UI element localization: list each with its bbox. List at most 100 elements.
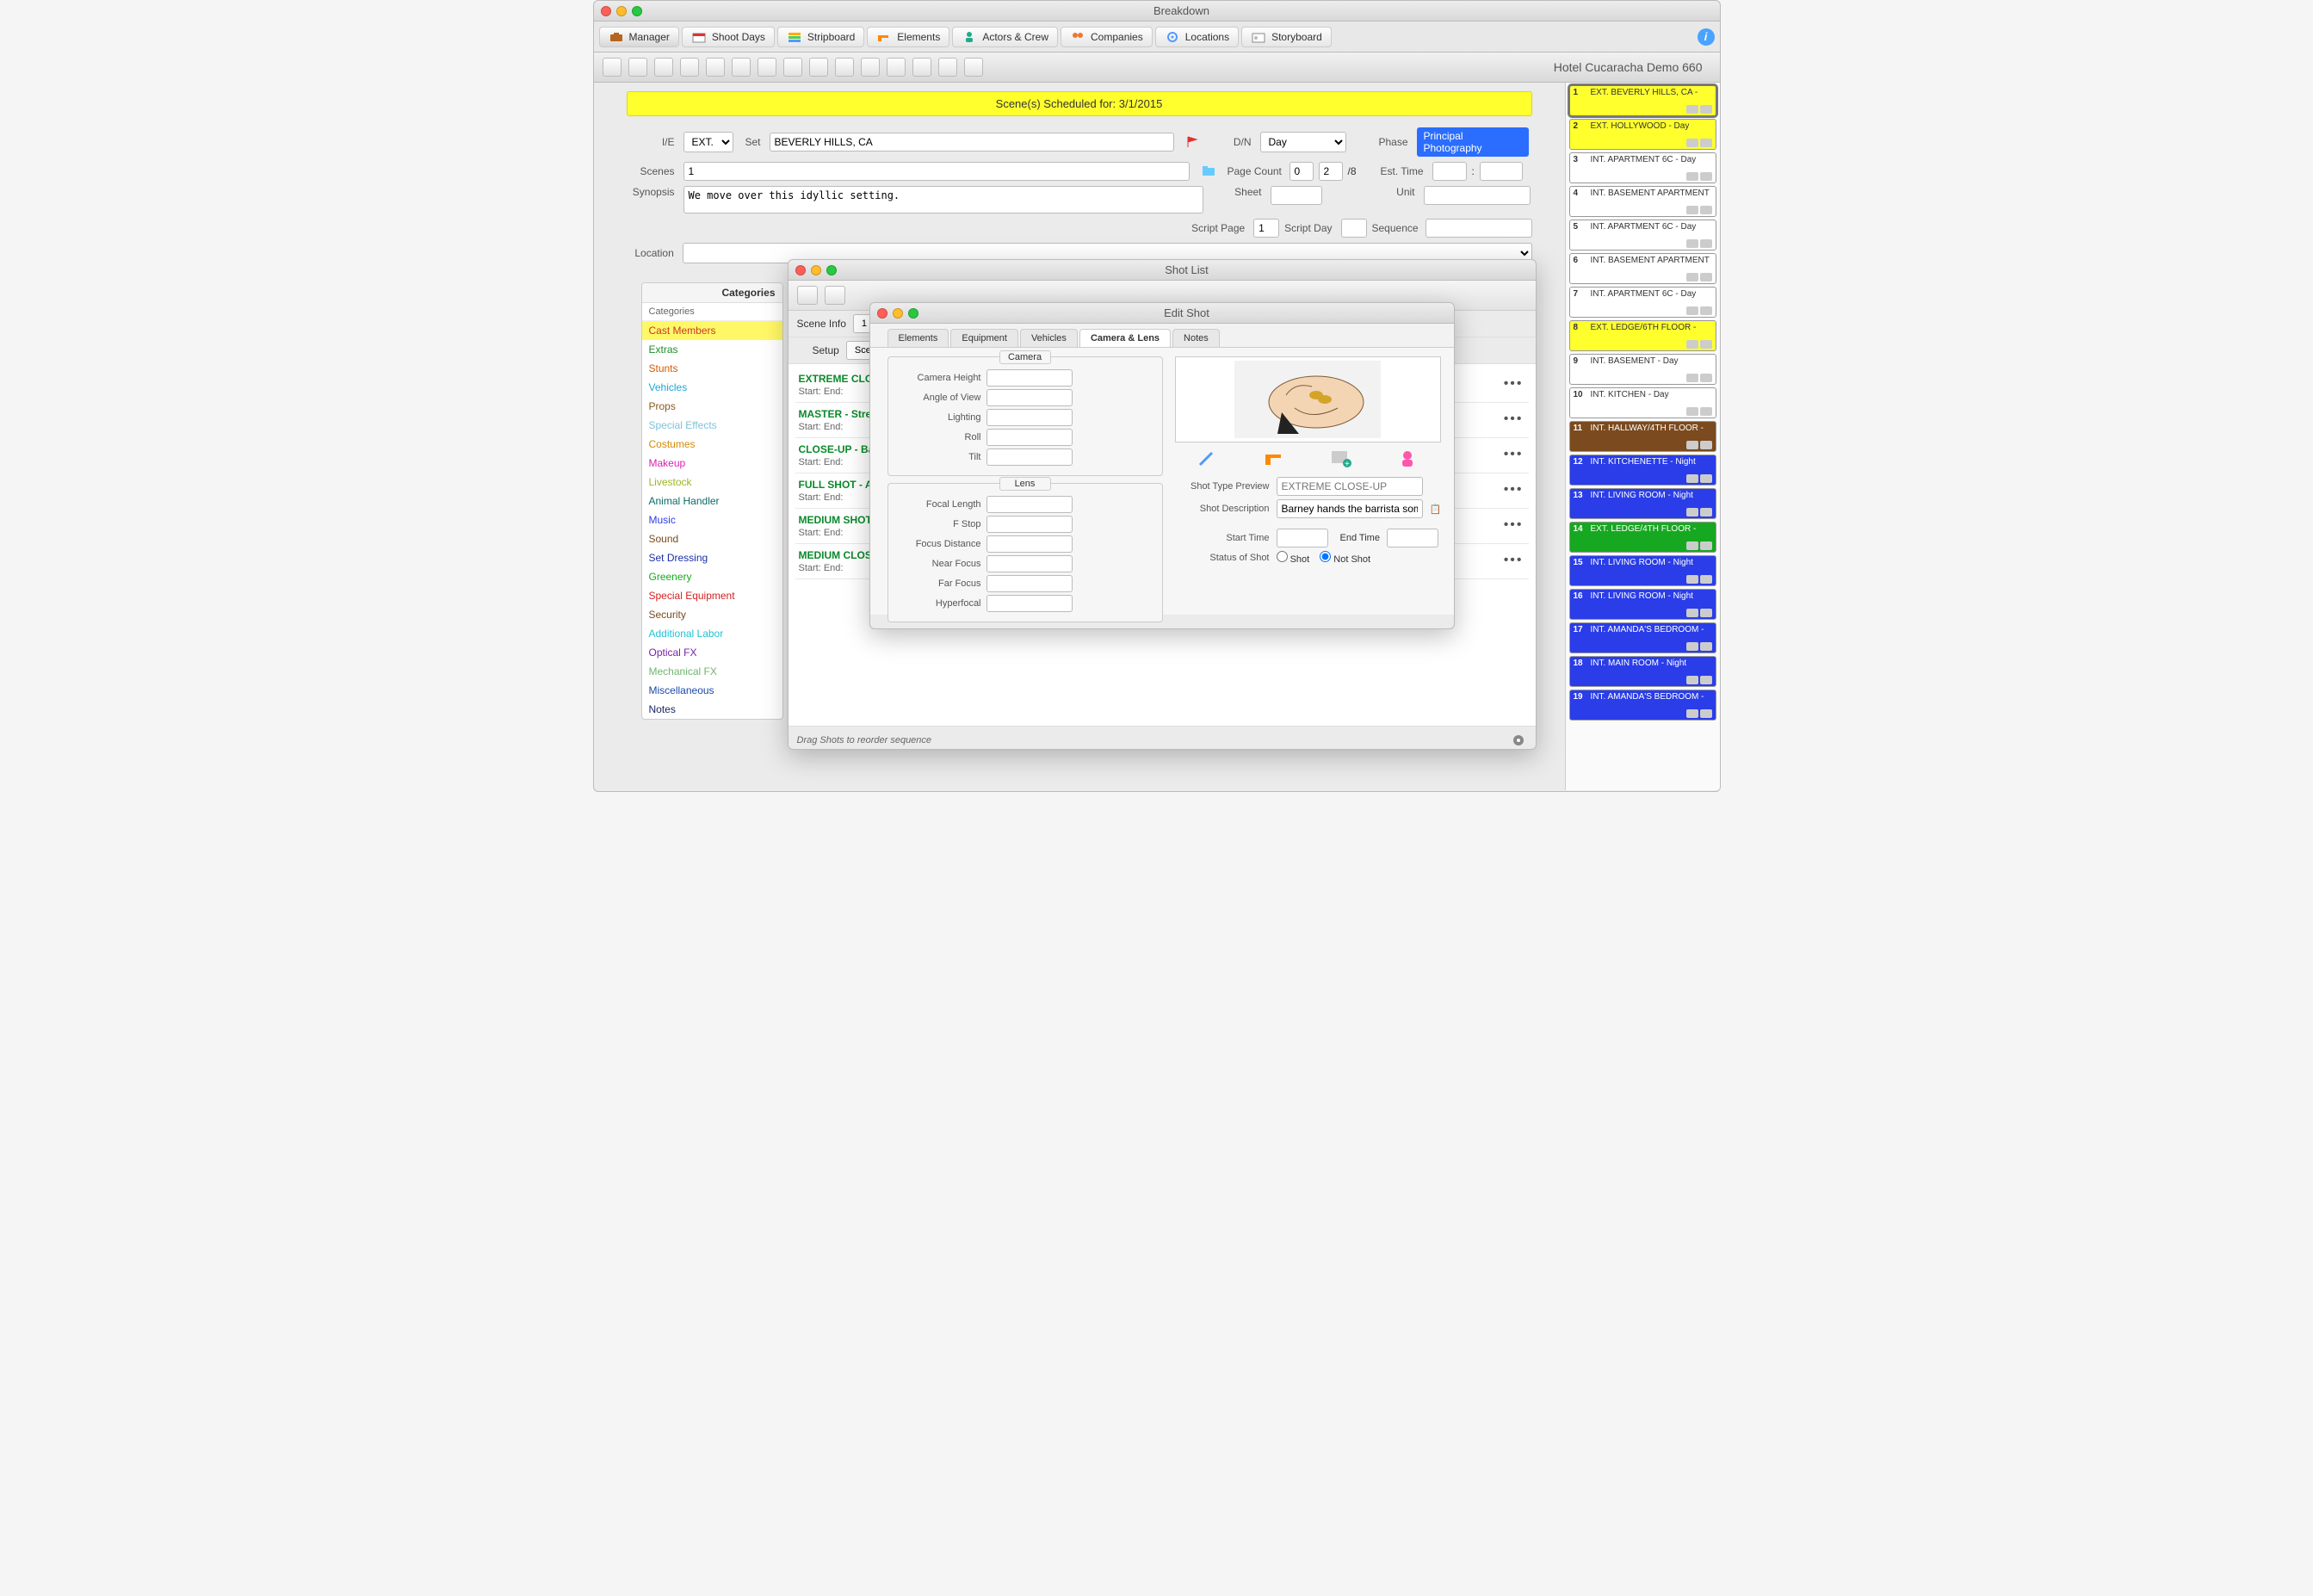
tab-actors-crew[interactable]: Actors & Crew [952,27,1058,47]
tab-shoot-days[interactable]: Shoot Days [682,27,775,47]
new-page-icon[interactable] [603,58,622,77]
set-input[interactable] [770,133,1174,152]
tab-companies[interactable]: Companies [1061,27,1153,47]
tab-stripboard[interactable]: Stripboard [777,27,864,47]
field-input[interactable] [986,369,1073,387]
status-notshot[interactable]: Not Shot [1320,551,1370,565]
category-item[interactable]: Greenery [642,567,782,586]
scene-strip[interactable]: 10INT. KITCHEN - Day [1569,387,1716,418]
copy-icon[interactable]: 📋 [1430,504,1442,515]
unit-input[interactable] [1424,186,1531,205]
globe-icon[interactable] [887,58,906,77]
category-item[interactable]: Cast Members [642,321,782,340]
scene-strip[interactable]: 5INT. APARTMENT 6C - Day [1569,220,1716,251]
scene-strip[interactable]: 4INT. BASEMENT APARTMENT [1569,186,1716,217]
list-icon[interactable] [706,58,725,77]
category-item[interactable]: Music [642,510,782,529]
category-item[interactable]: Special Equipment [642,586,782,605]
scene-strip[interactable]: 18INT. MAIN ROOM - Night [1569,656,1716,687]
sequence-input[interactable] [1426,219,1532,238]
add-globe-icon[interactable] [912,58,931,77]
category-item[interactable]: Special Effects [642,416,782,435]
box-icon[interactable] [964,58,983,77]
category-item[interactable]: Optical FX [642,643,782,662]
duplicate-icon[interactable] [654,58,673,77]
category-item[interactable]: Stunts [642,359,782,378]
category-item[interactable]: Set Dressing [642,548,782,567]
category-item[interactable]: Extras [642,340,782,359]
field-input[interactable] [986,429,1073,446]
category-item[interactable]: Notes [642,700,782,719]
field-input[interactable] [986,535,1073,553]
scene-strip[interactable]: 12INT. KITCHENETTE - Night [1569,455,1716,486]
field-input[interactable] [986,555,1073,572]
more-icon[interactable]: ••• [1504,517,1524,533]
info-icon[interactable]: i [1698,28,1715,46]
minimize-icon[interactable] [616,6,627,16]
more-icon[interactable]: ••• [1504,411,1524,427]
zoom-icon[interactable] [632,6,642,16]
category-item[interactable]: Security [642,605,782,624]
ie-select[interactable]: EXT. [683,132,733,152]
editshot-tab[interactable]: Notes [1172,329,1220,347]
pagecount-a[interactable] [1289,162,1314,181]
minimize-icon[interactable] [893,308,903,319]
scriptday-input[interactable] [1341,219,1367,238]
delete-page-icon[interactable] [628,58,647,77]
more-icon[interactable]: ••• [1504,553,1524,568]
sheet-input[interactable] [1271,186,1322,205]
field-input[interactable] [986,575,1073,592]
shottype-input[interactable] [1277,477,1423,496]
zoom-icon[interactable] [826,265,837,275]
scene-strip[interactable]: 15INT. LIVING ROOM - Night [1569,555,1716,586]
scriptpage-input[interactable] [1253,219,1279,238]
refresh-icon[interactable] [938,58,957,77]
scene-strip[interactable]: 6INT. BASEMENT APARTMENT [1569,253,1716,284]
scene-strip[interactable]: 13INT. LIVING ROOM - Night [1569,488,1716,519]
more-icon[interactable]: ••• [1504,376,1524,392]
flag-icon[interactable] [1186,135,1200,149]
pagecount-b[interactable] [1319,162,1343,181]
scene-strip[interactable]: 16INT. LIVING ROOM - Night [1569,589,1716,620]
scene-strip[interactable]: 2EXT. HOLLYWOOD - Day [1569,119,1716,150]
esttime-b[interactable] [1480,162,1523,181]
scene-strip[interactable]: 8EXT. LEDGE/6TH FLOOR - [1569,320,1716,351]
field-input[interactable] [986,409,1073,426]
gear-icon[interactable] [1510,732,1527,749]
shotdesc-input[interactable] [1277,499,1423,518]
status-shot[interactable]: Shot [1277,551,1310,565]
field-input[interactable] [986,496,1073,513]
field-input[interactable] [986,448,1073,466]
wand-icon[interactable] [809,58,828,77]
close-icon[interactable] [795,265,806,275]
tab-elements[interactable]: Elements [867,27,949,47]
category-item[interactable]: Sound [642,529,782,548]
tab-manager[interactable]: Manager [599,27,679,47]
close-icon[interactable] [601,6,611,16]
editshot-tab[interactable]: Equipment [950,329,1018,347]
field-input[interactable] [986,595,1073,612]
zoom-icon[interactable] [908,308,918,319]
tag-icon[interactable] [861,58,880,77]
field-input[interactable] [986,516,1073,533]
gun-icon[interactable] [1264,449,1286,468]
scene-strip[interactable]: 14EXT. LEDGE/4TH FLOOR - [1569,522,1716,553]
editshot-tab[interactable]: Elements [887,329,949,347]
scene-strip[interactable]: 7INT. APARTMENT 6C - Day [1569,287,1716,318]
starttime-input[interactable] [1277,529,1328,547]
scene-strip[interactable]: 3INT. APARTMENT 6C - Day [1569,152,1716,183]
field-input[interactable] [986,389,1073,406]
scene-strip[interactable]: 1EXT. BEVERLY HILLS, CA - [1569,85,1716,116]
endtime-input[interactable] [1387,529,1438,547]
editshot-tab[interactable]: Vehicles [1020,329,1078,347]
scene-strip[interactable]: 19INT. AMANDA'S BEDROOM - [1569,690,1716,721]
folder-icon[interactable] [1202,164,1215,178]
person-icon[interactable] [1396,449,1419,468]
esttime-a[interactable] [1432,162,1467,181]
paint-icon[interactable] [835,58,854,77]
add-shot-icon[interactable] [797,286,818,305]
category-item[interactable]: Animal Handler [642,492,782,510]
grid-icon[interactable] [783,58,802,77]
copy-icon[interactable] [680,58,699,77]
category-item[interactable]: Props [642,397,782,416]
